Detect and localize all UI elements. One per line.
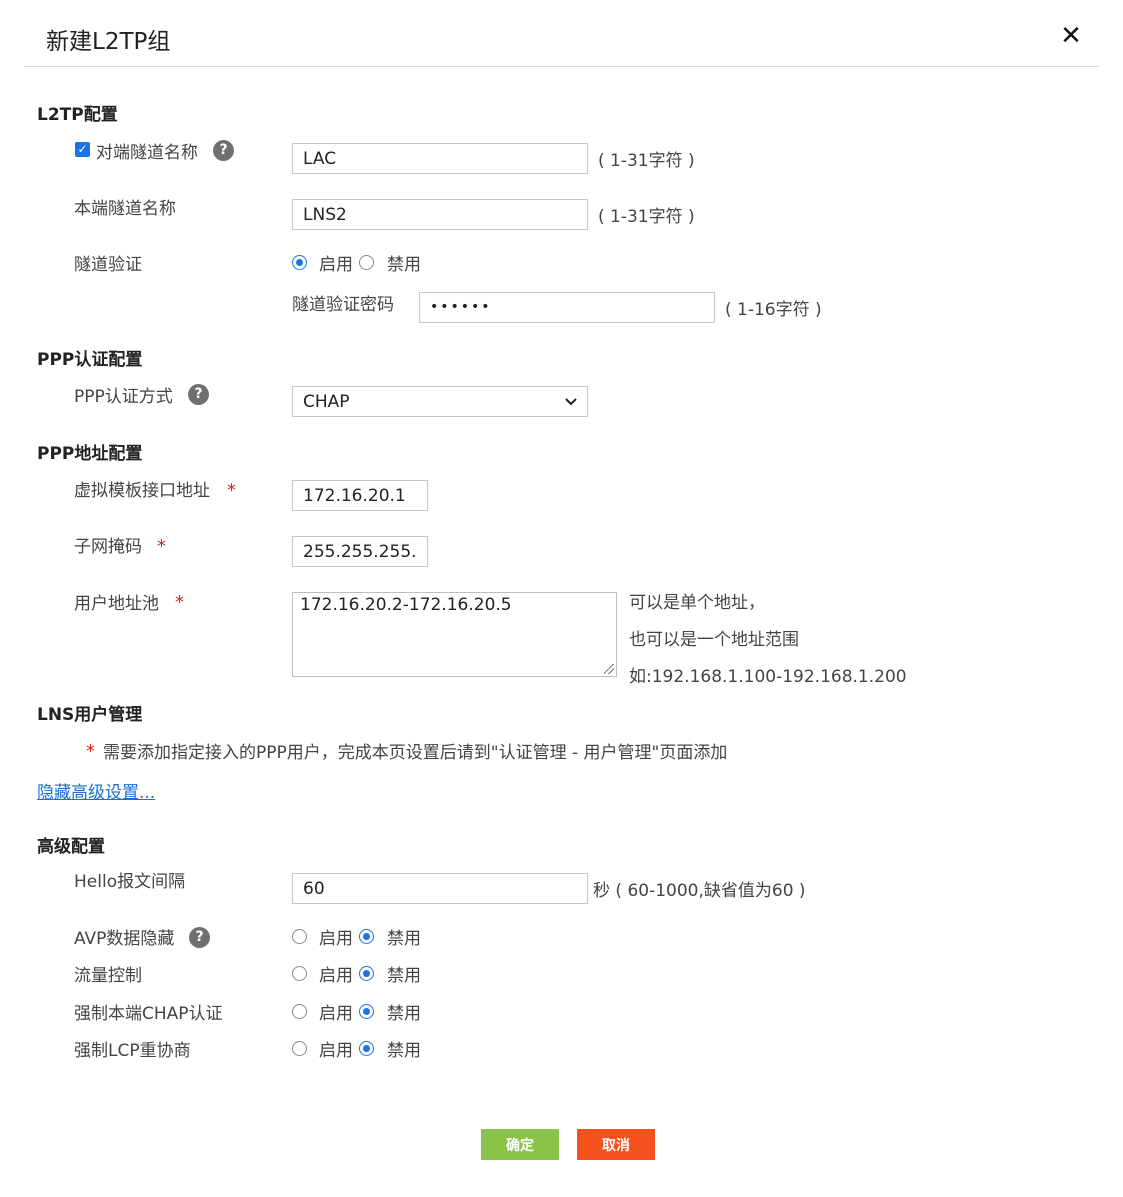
lcp-enable-label: 启用 [319, 1041, 353, 1061]
section-title-l2tp: L2TP配置 [37, 105, 118, 125]
dialog-title: 新建L2TP组 [46, 29, 171, 55]
flow-disable-radio[interactable] [359, 966, 374, 981]
pool-hint-line2: 也可以是一个地址范围 [629, 630, 799, 650]
chap-enable-label: 启用 [319, 1004, 353, 1024]
help-icon[interactable]: ? [189, 927, 210, 948]
mask-label: 子网掩码 [74, 537, 142, 557]
close-icon[interactable]: ✕ [1058, 22, 1084, 50]
resize-grip-icon[interactable] [604, 664, 614, 674]
tunnel-password-label: 隧道验证密码 [292, 295, 394, 315]
header-divider [24, 66, 1099, 67]
help-icon[interactable]: ? [213, 140, 234, 161]
required-star: * [175, 592, 184, 613]
tunnel-auth-enable-label: 启用 [319, 255, 353, 275]
vt-addr-label: 虚拟模板接口地址 [74, 481, 210, 501]
tunnel-auth-disable-radio[interactable] [359, 255, 374, 270]
cancel-button[interactable]: 取消 [577, 1129, 655, 1160]
lcp-disable-radio[interactable] [359, 1041, 374, 1056]
peer-tunnel-checkbox[interactable]: ✓ [75, 142, 90, 157]
lcp-label: 强制LCP重协商 [74, 1041, 191, 1061]
lns-user-note: 需要添加指定接入的PPP用户，完成本页设置后请到"认证管理 - 用户管理"页面添… [103, 743, 728, 763]
chap-label: 强制本端CHAP认证 [74, 1004, 223, 1024]
tunnel-auth-label: 隧道验证 [74, 255, 142, 275]
local-tunnel-label: 本端隧道名称 [74, 199, 176, 219]
pool-textarea[interactable]: 172.16.20.2-172.16.20.5 [292, 592, 617, 677]
chap-enable-radio[interactable] [292, 1004, 307, 1019]
flow-enable-radio[interactable] [292, 966, 307, 981]
tunnel-auth-enable-radio[interactable] [292, 255, 307, 270]
section-title-ppp-auth: PPP认证配置 [37, 350, 143, 370]
vt-addr-input[interactable] [292, 480, 428, 511]
local-tunnel-input[interactable] [292, 199, 588, 230]
section-title-lns-user: LNS用户管理 [37, 705, 143, 725]
mask-input[interactable] [292, 536, 428, 567]
hide-advanced-link[interactable]: 隐藏高级设置... [37, 778, 155, 803]
pool-label: 用户地址池 [74, 594, 159, 614]
avp-enable-label: 启用 [319, 929, 353, 949]
chap-disable-radio[interactable] [359, 1004, 374, 1019]
chap-disable-label: 禁用 [387, 1004, 421, 1024]
ppp-auth-method-value: CHAP [303, 391, 350, 412]
avp-disable-label: 禁用 [387, 929, 421, 949]
required-star: * [157, 536, 166, 557]
ppp-auth-method-label: PPP认证方式 [74, 387, 173, 407]
hello-input[interactable] [292, 873, 588, 904]
ppp-auth-method-select[interactable]: CHAP [292, 386, 588, 417]
avp-enable-radio[interactable] [292, 929, 307, 944]
avp-disable-radio[interactable] [359, 929, 374, 944]
required-star: * [227, 480, 236, 501]
chevron-down-icon [565, 397, 577, 405]
flow-enable-label: 启用 [319, 966, 353, 986]
tunnel-password-input[interactable]: •••••• [419, 292, 715, 323]
tunnel-auth-disable-label: 禁用 [387, 255, 421, 275]
flow-label: 流量控制 [74, 966, 142, 986]
note-star: * [86, 741, 95, 762]
pool-hint-line1: 可以是单个地址， [629, 593, 765, 613]
section-title-ppp-addr: PPP地址配置 [37, 444, 143, 464]
local-tunnel-hint: ( 1-31字符 ) [598, 207, 695, 227]
peer-tunnel-input[interactable] [292, 143, 588, 174]
peer-tunnel-hint: ( 1-31字符 ) [598, 151, 695, 171]
tunnel-password-hint: ( 1-16字符 ) [725, 300, 822, 320]
hello-label: Hello报文间隔 [74, 872, 186, 892]
hello-hint: 秒 ( 60-1000,缺省值为60 ) [593, 881, 806, 901]
help-icon[interactable]: ? [188, 384, 209, 405]
lcp-disable-label: 禁用 [387, 1041, 421, 1061]
avp-label: AVP数据隐藏 [74, 929, 175, 949]
lcp-enable-radio[interactable] [292, 1041, 307, 1056]
pool-hint-line3: 如:192.168.1.100-192.168.1.200 [629, 667, 907, 687]
flow-disable-label: 禁用 [387, 966, 421, 986]
confirm-button[interactable]: 确定 [481, 1129, 559, 1160]
peer-tunnel-label: 对端隧道名称 [96, 143, 198, 163]
section-title-advanced: 高级配置 [37, 837, 105, 857]
